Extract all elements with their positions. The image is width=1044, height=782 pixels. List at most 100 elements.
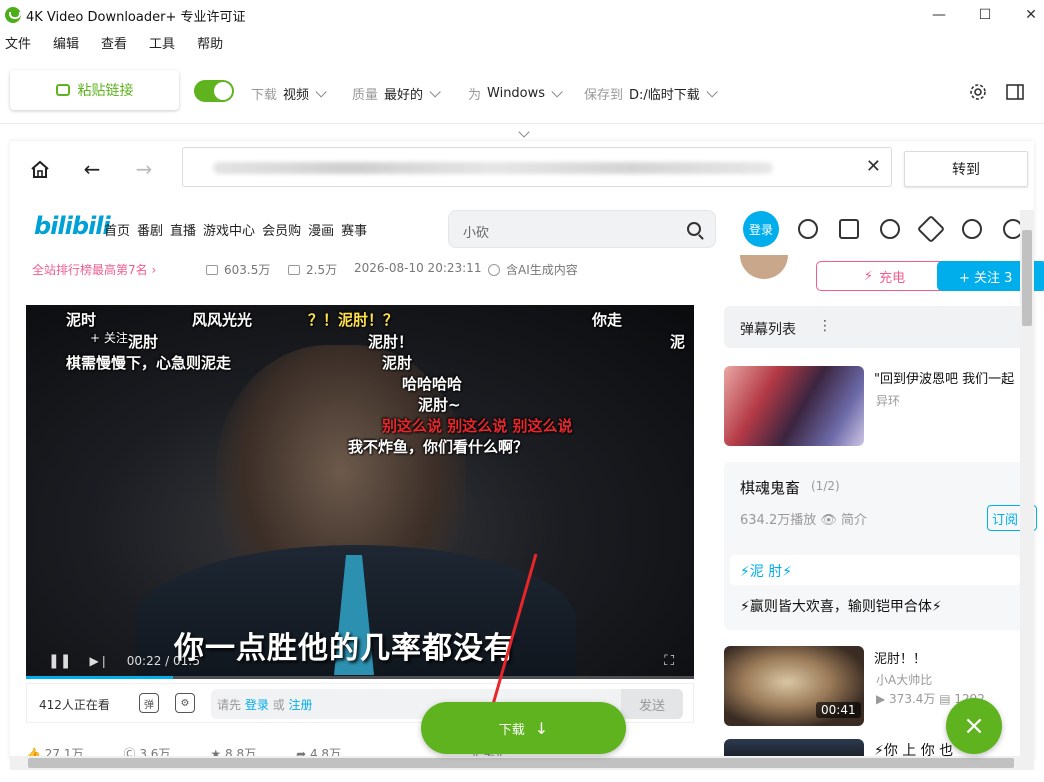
- watching-count: 412人正在看: [39, 698, 110, 712]
- download-label: 下载: [498, 722, 525, 738]
- menu-view[interactable]: 查看: [96, 34, 134, 56]
- video-progress-fill: [26, 676, 173, 679]
- login-button[interactable]: 登录: [743, 211, 779, 247]
- horizontal-scroll-thumb[interactable]: [28, 758, 1014, 768]
- red-annotation-arrow-icon: [484, 553, 538, 724]
- platform-select[interactable]: 为 Windows: [468, 84, 563, 103]
- ai-note-text: 含AI生成内容: [506, 263, 578, 277]
- collection-item[interactable]: ⚡赢则皆大欢喜，输则铠甲合体⚡: [740, 596, 942, 616]
- bilibili-logo[interactable]: bilibili: [34, 212, 111, 240]
- chevron-down-icon: [551, 85, 563, 98]
- recommend-author[interactable]: 小A大帅比: [876, 671, 932, 688]
- bilibili-search-input[interactable]: 小砍: [448, 210, 716, 248]
- download-type-select[interactable]: 下载 视频: [251, 84, 327, 103]
- vertical-scroll-thumb[interactable]: [1022, 230, 1032, 326]
- sidebar-toggle-icon[interactable]: [1005, 82, 1025, 102]
- collection-count: (1/2): [811, 479, 840, 493]
- nav-anime[interactable]: 番剧: [137, 220, 163, 239]
- app-title: 4K Video Downloader+ 专业许可证: [26, 10, 246, 25]
- recommend-title[interactable]: 泥肘！！: [874, 648, 926, 667]
- quality-value: 最好的: [384, 88, 424, 103]
- search-placeholder: 小砍: [463, 226, 490, 241]
- danmaku-icon: [288, 264, 300, 275]
- maximize-button[interactable]: ☐: [962, 0, 1008, 30]
- danmu-comment: ？！泥肘！？: [308, 311, 399, 329]
- menu-edit[interactable]: 编辑: [48, 34, 86, 56]
- menu-file[interactable]: 文件: [0, 34, 38, 56]
- menu-bar: 文件 编辑 查看 工具 帮助: [0, 34, 240, 56]
- collection-intro[interactable]: 简介: [841, 513, 867, 528]
- toolbar: 粘贴链接 下载 视频 质量 最好的 为 Windows 保存到 D:/临时下载: [0, 64, 1044, 124]
- chevron-down-icon: [315, 85, 327, 98]
- recommend-thumbnail[interactable]: [724, 366, 864, 446]
- close-button[interactable]: ✕: [1008, 0, 1044, 30]
- danmaku-register-link[interactable]: 注册: [289, 698, 313, 712]
- recommend-title[interactable]: "回到伊波恩吧 我们一起: [874, 368, 1014, 387]
- quality-select[interactable]: 质量 最好的: [352, 84, 441, 103]
- premium-icon[interactable]: [798, 219, 818, 239]
- danmu-comment: 泥肘~: [418, 396, 461, 414]
- home-icon[interactable]: [20, 155, 60, 183]
- app-logo-icon: [5, 7, 21, 23]
- menu-help[interactable]: 帮助: [192, 34, 230, 56]
- nav-game-center[interactable]: 游戏中心: [203, 220, 255, 239]
- back-arrow-icon[interactable]: ←: [72, 155, 112, 183]
- link-icon: [55, 84, 70, 96]
- history-clock-icon[interactable]: [962, 219, 982, 239]
- collection-title[interactable]: 棋魂鬼畜: [740, 477, 800, 498]
- recommend-author[interactable]: 异环: [876, 392, 900, 409]
- danmaku-toggle-icon[interactable]: 弹: [139, 693, 159, 713]
- close-downloader-fab[interactable]: ×: [946, 698, 1002, 754]
- smart-mode-toggle[interactable]: [194, 80, 234, 102]
- settings-gear-icon[interactable]: [968, 82, 988, 102]
- danmaku-count-text: 2.5万: [306, 263, 338, 277]
- danmu-follow: + 关注: [90, 331, 128, 345]
- collection-views: 634.2万播放: [740, 513, 817, 528]
- nav-esports[interactable]: 赛事: [341, 220, 367, 239]
- publish-date: 2026-08-10 20:23:11: [354, 261, 482, 275]
- nav-membership-shop[interactable]: 会员购: [262, 220, 301, 239]
- dynamic-icon[interactable]: [880, 219, 900, 239]
- danmaku-settings-icon[interactable]: ⚙: [175, 693, 195, 713]
- pause-icon[interactable]: ❚❚: [48, 653, 71, 669]
- danmaku-count: 2.5万: [288, 261, 337, 278]
- message-icon[interactable]: [839, 219, 859, 239]
- download-type-label: 下载: [251, 88, 278, 103]
- danmu-comment: 泥: [670, 333, 686, 351]
- danmaku-login-prompt: 请先 登录 或 注册: [217, 696, 313, 713]
- more-icon[interactable]: ⋮: [818, 318, 832, 334]
- platform-value: Windows: [487, 86, 546, 101]
- fullscreen-icon[interactable]: ⛶: [664, 653, 674, 669]
- danmu-comment: 别这么说 别这么说 别这么说: [382, 417, 573, 435]
- next-icon[interactable]: ▶❘: [89, 654, 108, 668]
- clear-url-icon[interactable]: ✕: [866, 156, 881, 177]
- nav-live[interactable]: 直播: [170, 220, 196, 239]
- save-location-select[interactable]: 保存到 D:/临时下载: [584, 84, 718, 103]
- recommend-views: 373.4万: [889, 692, 936, 706]
- forward-arrow-icon[interactable]: →: [124, 155, 164, 183]
- menu-tools[interactable]: 工具: [144, 34, 182, 56]
- url-input[interactable]: ✕: [182, 147, 892, 187]
- nav-home[interactable]: 首页: [104, 220, 130, 239]
- charge-label: 充电: [879, 270, 906, 286]
- search-icon[interactable]: [687, 222, 701, 236]
- title-bar: 4K Video Downloader+ 专业许可证 — ☐ ✕: [0, 0, 1044, 30]
- collection-item-label: ⚡泥 肘⚡: [740, 564, 793, 580]
- goto-button[interactable]: 转到: [904, 151, 1028, 187]
- danmu-comment: 风风光光: [192, 311, 253, 329]
- video-progress-bar[interactable]: [26, 676, 694, 679]
- paste-link-button[interactable]: 粘贴链接: [10, 70, 179, 110]
- nav-manga[interactable]: 漫画: [308, 220, 334, 239]
- video-player[interactable]: 泥时 风风光光 ？！泥肘！？ 你走 + 关注 泥肘 泥肘！ 棋需慢慢下，心急则泥…: [26, 305, 694, 679]
- danmaku-list-panel[interactable]: 弹幕列表 ⋮: [724, 306, 1024, 348]
- paste-link-label: 粘贴链接: [77, 83, 134, 99]
- danmaku-login-link[interactable]: 登录: [245, 698, 269, 712]
- rank-badge[interactable]: 全站排行榜最高第7名 ›: [32, 261, 156, 278]
- download-button[interactable]: 下载 ↓: [421, 702, 626, 754]
- charge-button[interactable]: ⚡ 充电: [816, 261, 953, 291]
- prompt-or: 或: [272, 698, 285, 712]
- collection-item-active[interactable]: ⚡泥 肘⚡: [730, 555, 1020, 585]
- minimize-button[interactable]: —: [916, 0, 962, 30]
- save-location-value: D:/临时下载: [629, 88, 700, 103]
- send-danmaku-button[interactable]: 发送: [621, 689, 683, 719]
